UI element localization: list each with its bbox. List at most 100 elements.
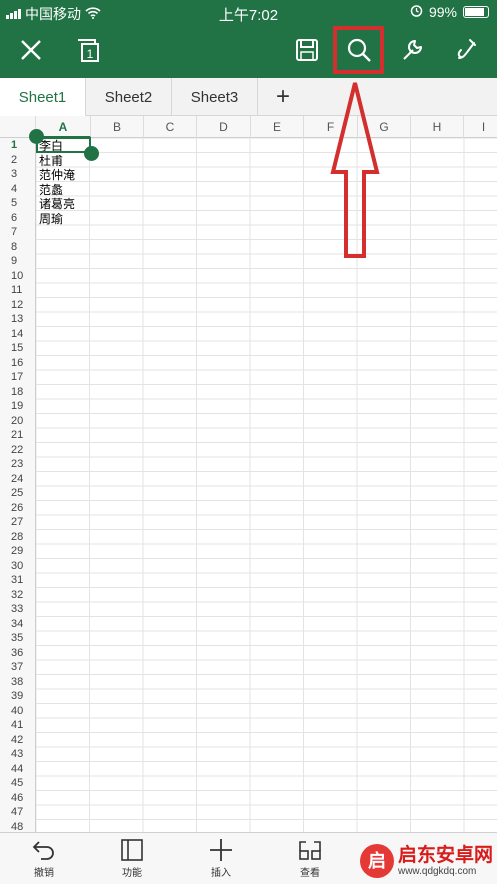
- tab-sheet2[interactable]: Sheet2: [86, 78, 172, 116]
- row-header[interactable]: 34: [0, 617, 36, 632]
- cell-a2[interactable]: 杜甫: [39, 154, 63, 169]
- search-highlight-box: [333, 26, 384, 74]
- column-header[interactable]: C: [144, 116, 197, 138]
- row-header[interactable]: 17: [0, 370, 36, 385]
- row-header[interactable]: 31: [0, 573, 36, 588]
- row-header[interactable]: 19: [0, 399, 36, 414]
- svg-text:1: 1: [87, 47, 94, 61]
- row-header[interactable]: 35: [0, 631, 36, 646]
- undo-button[interactable]: 撤销: [14, 837, 74, 879]
- insert-button[interactable]: 插入: [191, 837, 251, 879]
- plus-icon: [210, 839, 232, 861]
- row-header[interactable]: 27: [0, 515, 36, 530]
- row-header[interactable]: 28: [0, 530, 36, 545]
- row-header[interactable]: 22: [0, 443, 36, 458]
- row-header[interactable]: 4: [0, 182, 36, 197]
- row-header[interactable]: 38: [0, 675, 36, 690]
- row-header[interactable]: 25: [0, 486, 36, 501]
- row-header[interactable]: 36: [0, 646, 36, 661]
- row-header[interactable]: 30: [0, 559, 36, 574]
- row-header[interactable]: 14: [0, 327, 36, 342]
- view-label: 查看: [300, 868, 320, 879]
- close-icon: [21, 40, 41, 60]
- row-header[interactable]: 42: [0, 733, 36, 748]
- row-header[interactable]: 7: [0, 225, 36, 240]
- watermark-logo: 启: [359, 844, 394, 878]
- pen-icon: [457, 39, 476, 59]
- selection-handle-end[interactable]: [84, 146, 99, 161]
- watermark-url: www.qdgkdq.com: [397, 865, 477, 877]
- row-header[interactable]: 21: [0, 428, 36, 443]
- row-header[interactable]: 32: [0, 588, 36, 603]
- row-header[interactable]: 3: [0, 167, 36, 182]
- cell-a4[interactable]: 范蠡: [39, 183, 63, 198]
- undo-label: 撤销: [34, 868, 54, 879]
- row-header[interactable]: 6: [0, 211, 36, 226]
- save-button[interactable]: [285, 28, 329, 72]
- row-header[interactable]: 16: [0, 356, 36, 371]
- function-button[interactable]: 功能: [102, 837, 162, 879]
- row-header[interactable]: 18: [0, 385, 36, 400]
- row-header[interactable]: 26: [0, 501, 36, 516]
- cell-area[interactable]: [36, 138, 497, 832]
- row-header[interactable]: 8: [0, 240, 36, 255]
- view-button[interactable]: 查看: [280, 837, 340, 879]
- column-header[interactable]: H: [411, 116, 464, 138]
- draw-button[interactable]: [445, 28, 489, 72]
- sheet-switch-icon: 1: [78, 39, 99, 62]
- close-button[interactable]: [9, 28, 53, 72]
- watermark: 启 启东安卓网 www.qdgkdq.com: [359, 844, 493, 878]
- selection-box: [36, 137, 91, 153]
- row-header[interactable]: 13: [0, 312, 36, 327]
- sheet-switch-button[interactable]: 1: [66, 28, 110, 72]
- column-header[interactable]: I: [464, 116, 497, 138]
- tools-button[interactable]: [390, 28, 434, 72]
- row-header[interactable]: 43: [0, 747, 36, 762]
- annotation-arrow-icon: [330, 82, 380, 258]
- row-header[interactable]: 2: [0, 153, 36, 168]
- row-header[interactable]: 45: [0, 776, 36, 791]
- sheet-tabs: Sheet1 Sheet2 Sheet3 +: [0, 78, 497, 116]
- spreadsheet-grid[interactable]: A B C D E F G H I 1 2 3 4 5 6 7 8 9 10 11 12 13 14 15 1…: [0, 116, 497, 832]
- row-header[interactable]: 46: [0, 791, 36, 806]
- row-header[interactable]: 11: [0, 283, 36, 298]
- cell-a6[interactable]: 周瑜: [39, 212, 63, 227]
- row-header[interactable]: 29: [0, 544, 36, 559]
- cell-a5[interactable]: 诸葛亮: [39, 197, 75, 212]
- row-header[interactable]: 39: [0, 689, 36, 704]
- cell-a3[interactable]: 范仲淹: [39, 168, 75, 183]
- row-header[interactable]: 44: [0, 762, 36, 777]
- battery-icon: [463, 6, 489, 18]
- row-header[interactable]: 9: [0, 254, 36, 269]
- function-icon: [121, 839, 143, 861]
- wrench-icon: [403, 40, 422, 60]
- row-header[interactable]: 47: [0, 805, 36, 820]
- save-icon: [296, 39, 318, 61]
- row-header[interactable]: 20: [0, 414, 36, 429]
- status-bar: 中国移动 上午7:02 99%: [0, 0, 497, 24]
- row-header[interactable]: 33: [0, 602, 36, 617]
- row-header[interactable]: 40: [0, 704, 36, 719]
- row-header[interactable]: 24: [0, 472, 36, 487]
- column-header[interactable]: B: [91, 116, 144, 138]
- selection-handle-start[interactable]: [29, 129, 44, 144]
- column-header[interactable]: D: [197, 116, 251, 138]
- alarm-icon: [410, 4, 423, 20]
- row-header[interactable]: 23: [0, 457, 36, 472]
- row-header[interactable]: 41: [0, 718, 36, 733]
- row-header[interactable]: 15: [0, 341, 36, 356]
- column-header[interactable]: E: [251, 116, 304, 138]
- row-headers: 1 2 3 4 5 6 7 8 9 10 11 12 13 14 15 16 17 18 19 20 21 22 23 24 2…: [0, 138, 36, 832]
- tab-sheet3[interactable]: Sheet3: [172, 78, 258, 116]
- tab-sheet1[interactable]: Sheet1: [0, 78, 86, 116]
- function-label: 功能: [122, 868, 142, 879]
- row-header[interactable]: 12: [0, 298, 36, 313]
- add-sheet-button[interactable]: +: [258, 78, 308, 116]
- row-header[interactable]: 48: [0, 820, 36, 833]
- row-header[interactable]: 10: [0, 269, 36, 284]
- column-headers: A B C D E F G H I: [0, 116, 497, 138]
- row-header[interactable]: 5: [0, 196, 36, 211]
- insert-label: 插入: [211, 868, 231, 879]
- column-header[interactable]: A: [36, 116, 91, 138]
- row-header[interactable]: 37: [0, 660, 36, 675]
